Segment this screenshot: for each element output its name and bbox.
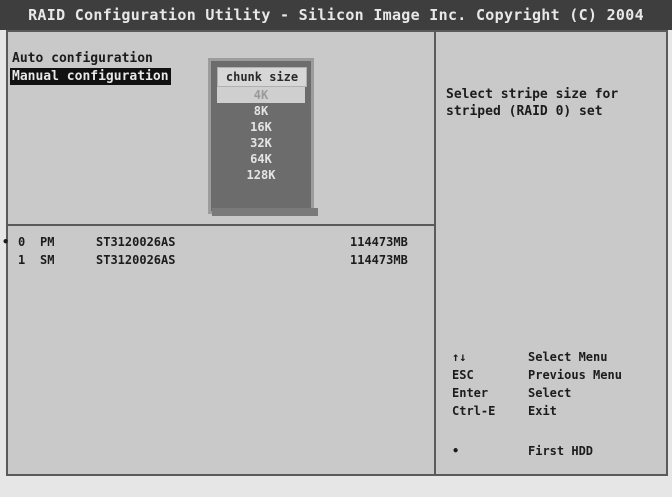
key-legend: ↑↓ Select Menu ESC Previous Menu Enter S… bbox=[452, 350, 662, 462]
first-hdd-bullet-icon: • bbox=[452, 444, 460, 458]
help-description: Select stripe size for striped (RAID 0) … bbox=[446, 87, 619, 119]
key-description: Select bbox=[528, 386, 572, 400]
chunk-option-8k[interactable]: 8K bbox=[217, 103, 305, 119]
key-description: Select Menu bbox=[528, 350, 608, 364]
drive-role: PM bbox=[40, 235, 55, 249]
key-row-exit: Ctrl-E Exit bbox=[452, 404, 662, 422]
chunk-option-32k[interactable]: 32K bbox=[217, 135, 305, 151]
key-description: Previous Menu bbox=[528, 368, 622, 382]
drive-number: 0 bbox=[18, 235, 26, 249]
key-name: ESC bbox=[452, 368, 474, 382]
menu-item-auto-configuration[interactable]: Auto configuration bbox=[12, 50, 153, 67]
key-description: First HDD bbox=[528, 444, 594, 458]
drive-role: SM bbox=[40, 253, 55, 267]
arrow-keys-icon: ↑↓ bbox=[452, 350, 467, 364]
key-name: Enter bbox=[452, 386, 489, 400]
chunk-option-64k[interactable]: 64K bbox=[217, 151, 305, 167]
key-row-select: Enter Select bbox=[452, 386, 662, 404]
first-hdd-marker: • bbox=[2, 235, 10, 249]
drive-model: ST3120026AS bbox=[96, 253, 176, 267]
key-row-select-menu: ↑↓ Select Menu bbox=[452, 350, 662, 368]
key-row-first-hdd: • First HDD bbox=[452, 444, 662, 462]
popup-shadow bbox=[212, 208, 318, 216]
key-row-previous-menu: ESC Previous Menu bbox=[452, 368, 662, 386]
drive-size: 114473MB bbox=[350, 253, 408, 267]
title-text: RAID Configuration Utility - Silicon Ima… bbox=[28, 6, 644, 24]
drive-model: ST3120026AS bbox=[96, 235, 176, 249]
drive-number: 1 bbox=[18, 253, 26, 267]
key-name: Ctrl-E bbox=[452, 404, 496, 418]
chunk-option-4k[interactable]: 4K bbox=[217, 87, 305, 103]
title-bar: RAID Configuration Utility - Silicon Ima… bbox=[0, 0, 672, 30]
chunk-size-popup-title: chunk size bbox=[217, 67, 307, 87]
chunk-option-128k[interactable]: 128K bbox=[217, 167, 305, 183]
raid-utility-screen: RAID Configuration Utility - Silicon Ima… bbox=[0, 0, 672, 497]
chunk-size-popup: chunk size 4K 8K 16K 32K 64K 128K bbox=[208, 58, 314, 214]
chunk-size-option-list: 4K 8K 16K 32K 64K 128K bbox=[217, 87, 307, 183]
menu-item-manual-configuration[interactable]: Manual configuration bbox=[10, 68, 171, 85]
key-description: Exit bbox=[528, 404, 557, 418]
drive-size: 114473MB bbox=[350, 235, 408, 249]
chunk-option-16k[interactable]: 16K bbox=[217, 119, 305, 135]
